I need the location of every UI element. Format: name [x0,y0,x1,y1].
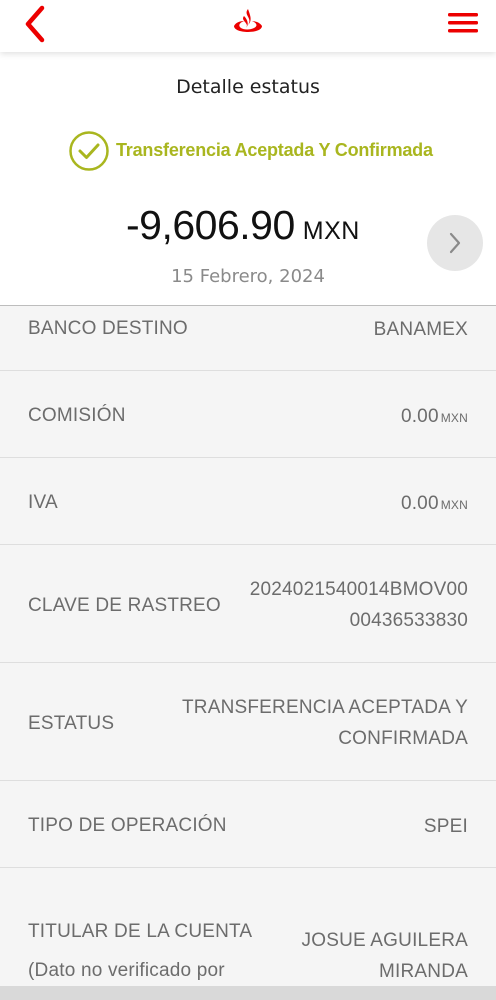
titular-line-1: JOSUE AGUILERA [301,930,468,951]
detail-row-tipo-operacion: TIPO DE OPERACIÓN SPEI [0,781,496,868]
santander-flame-icon [234,9,262,32]
detail-label: CLAVE DE RASTREO [28,595,221,616]
comision-unit: MXN [440,411,468,425]
detail-row-comision: COMISIÓN 0.00 MXN [0,371,496,458]
amount-currency: MXN [302,217,360,245]
titular-line-2: MIRANDA [378,961,468,982]
iva-unit: MXN [440,498,468,512]
transfer-date: 15 Febrero, 2024 [171,266,325,287]
chevron-right-icon [449,232,461,254]
estatus-line-2: CONFIRMADA [338,728,468,749]
detail-label: BANCO DESTINO [28,318,188,339]
status-confirmation: Transferencia Aceptada Y Confirmada [0,130,496,172]
amount-value: -9,606.90 [126,202,295,248]
iva-amount: 0.00 [400,493,439,514]
detail-value: TRANSFERENCIA ACEPTADA Y CONFIRMADA [182,692,468,754]
detail-row-banco-destino: BANCO DESTINO BANAMEX [0,306,496,371]
estatus-line-1: TRANSFERENCIA ACEPTADA Y [181,697,468,718]
detail-value: BANAMEX [373,319,468,340]
hamburger-menu-icon[interactable] [446,10,480,36]
clave-line-1: 2024021540014BMOV00 [249,579,468,600]
status-text: Transferencia Aceptada Y Confirmada [116,140,433,160]
top-app-bar [0,0,496,52]
detail-row-estatus: ESTATUS TRANSFERENCIA ACEPTADA Y CONFIRMA… [0,663,496,781]
detail-value: JOSUE AGUILERA MIRANDA [302,925,468,986]
check-circle-icon [69,131,109,171]
detail-value: SPEI [423,816,468,837]
titular-label-line-1: TITULAR DE LA CUENTA [28,921,253,942]
detail-label: ESTATUS [28,713,115,734]
next-button[interactable] [427,215,483,271]
detail-label: IVA [28,492,58,513]
detail-label: TIPO DE OPERACIÓN [28,815,227,836]
transfer-summary: Detalle estatus Transferencia Aceptada Y… [0,52,496,305]
detail-label: COMISIÓN [28,405,126,426]
detail-row-iva: IVA 0.00 MXN [0,458,496,545]
detail-value: 0.00 MXN [401,488,468,521]
clave-line-2: 00436533830 [349,610,468,631]
page-title: Detalle estatus [176,76,320,98]
detail-value: 0.00 MXN [401,401,468,434]
detail-value: 2024021540014BMOV00 00436533830 [250,574,468,636]
bottom-edge [0,986,496,1000]
comision-amount: 0.00 [400,406,439,427]
detail-row-clave-rastreo: CLAVE DE RASTREO 2024021540014BMOV00 0043… [0,545,496,663]
detail-row-titular: TITULAR DE LA CUENTA (Dato no verificado … [0,868,496,986]
transfer-amount: -9,606.90 MXN [126,202,360,249]
titular-label-line-2: (Dato no verificado por [28,960,225,981]
chevron-left-icon[interactable] [20,4,50,44]
detail-label: TITULAR DE LA CUENTA (Dato no verificado … [28,912,252,986]
detail-list: BANCO DESTINO BANAMEX COMISIÓN 0.00 MXN I… [0,306,496,986]
